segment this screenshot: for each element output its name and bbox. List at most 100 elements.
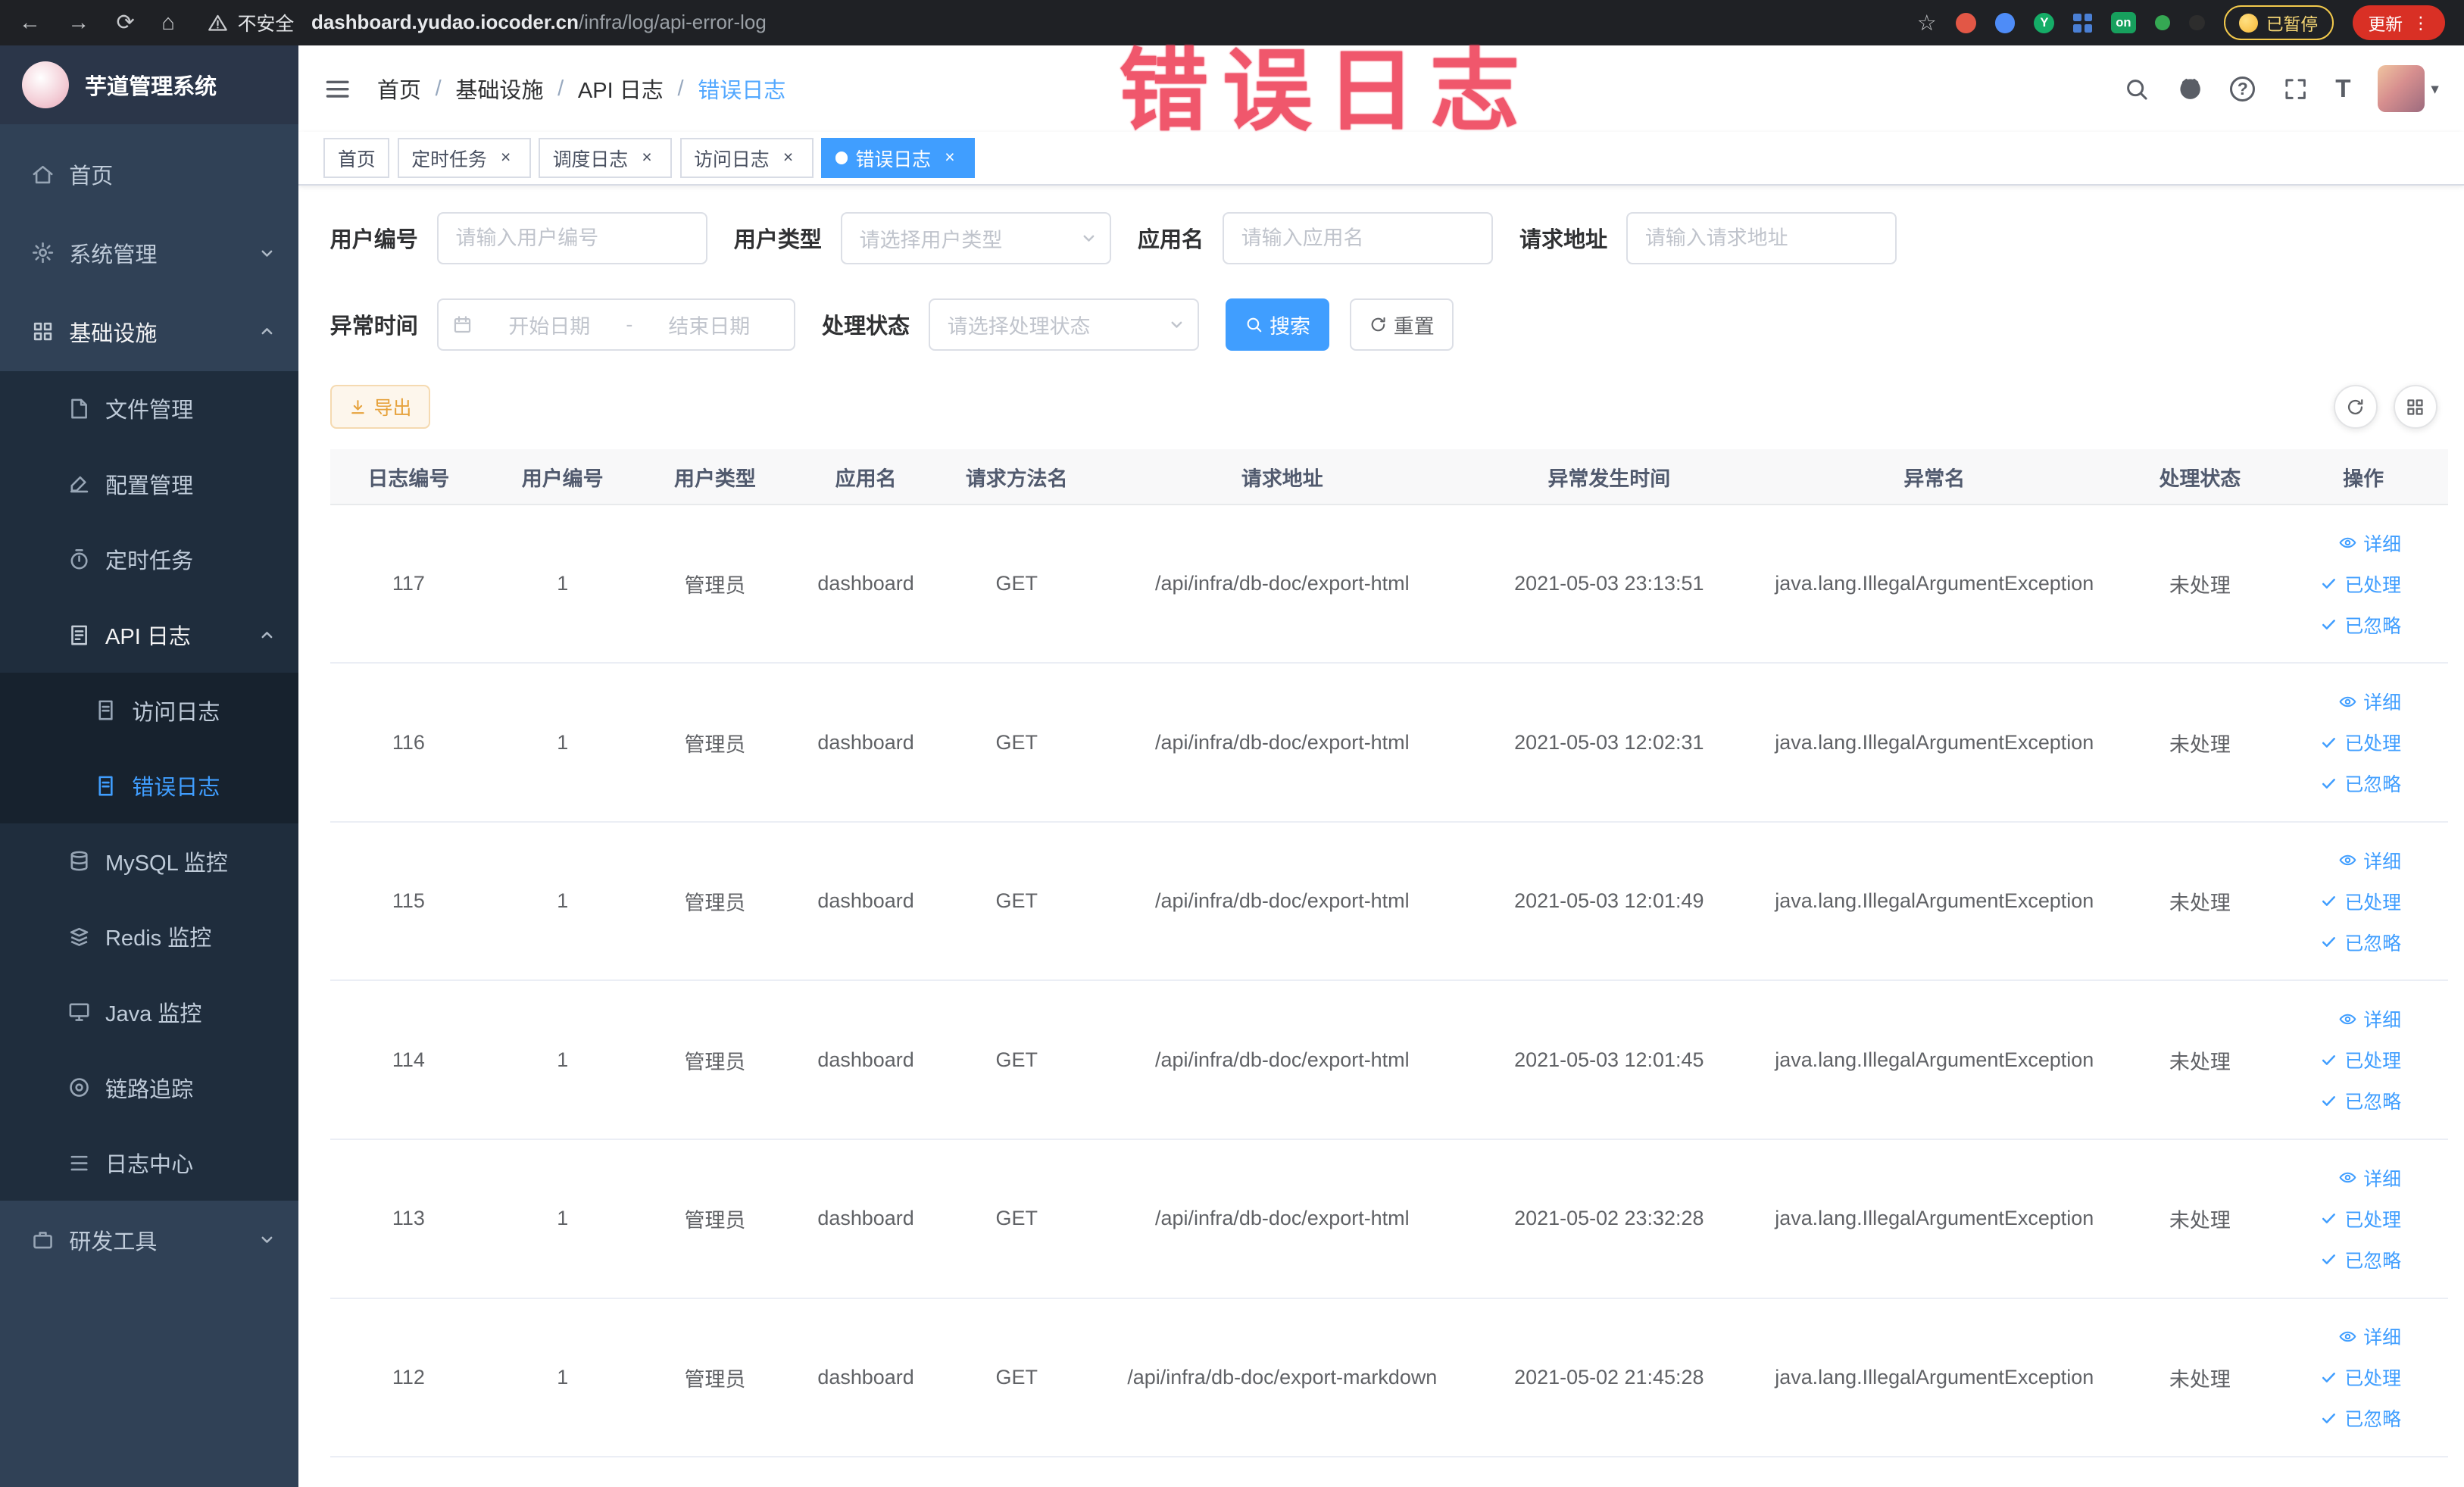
column-settings-button[interactable]: [2393, 385, 2437, 430]
cell-actions: 详细 已处理 已忽略: [2278, 980, 2449, 1141]
tab-access-log[interactable]: 访问日志 ×: [679, 137, 814, 179]
request-url-input[interactable]: [1626, 212, 1897, 264]
site-security-button[interactable]: 不安全: [208, 9, 294, 36]
extension-icon-on[interactable]: on: [2110, 11, 2136, 34]
mark-processed-link[interactable]: 已处理: [2288, 1198, 2401, 1239]
hamburger-icon[interactable]: [323, 75, 351, 103]
mark-ignored-link[interactable]: 已忽略: [2288, 1398, 2401, 1439]
mark-processed-link[interactable]: 已处理: [2288, 1039, 2401, 1080]
mark-processed-link[interactable]: 已处理: [2288, 1357, 2401, 1398]
detail-link[interactable]: 详细: [2288, 681, 2401, 722]
user-id-input[interactable]: [436, 212, 707, 264]
sidebar-item-infrastructure[interactable]: 基础设施: [0, 292, 298, 371]
close-icon[interactable]: ×: [938, 147, 960, 169]
detail-link[interactable]: 详细: [2288, 840, 2401, 881]
user-avatar-menu[interactable]: ▾: [2377, 65, 2439, 113]
sidebar-item-dev-tools[interactable]: 研发工具: [0, 1201, 298, 1279]
sidebar-item-home[interactable]: 首页: [0, 135, 298, 214]
chevron-up-icon: [258, 322, 276, 341]
chevron-up-icon: [258, 626, 276, 645]
reset-button[interactable]: 重置: [1349, 298, 1454, 351]
tab-home[interactable]: 首页: [323, 137, 390, 179]
app-name-input[interactable]: [1222, 212, 1493, 264]
mark-ignored-link[interactable]: 已忽略: [2288, 1080, 2401, 1121]
breadcrumb-item-api-log[interactable]: API 日志: [578, 73, 664, 105]
mark-processed-link[interactable]: 已处理: [2288, 881, 2401, 922]
cell-request-url: /api/infra/db-doc/export-markdown: [1093, 1298, 1471, 1458]
tab-schedule-log[interactable]: 调度日志 ×: [539, 137, 673, 179]
search-button[interactable]: 搜索: [1226, 298, 1329, 351]
start-date-placeholder: 开始日期: [508, 314, 591, 338]
app-logo[interactable]: 芋道管理系统: [0, 45, 299, 124]
database-icon: [67, 849, 91, 873]
browser-home-icon[interactable]: ⌂: [161, 11, 175, 34]
search-icon[interactable]: [2123, 76, 2150, 102]
help-icon[interactable]: ?: [2230, 76, 2256, 102]
export-button[interactable]: 导出: [329, 385, 431, 430]
github-icon[interactable]: [2177, 76, 2203, 102]
extension-icon-green[interactable]: [2154, 14, 2171, 31]
address-bar[interactable]: dashboard.yudao.iocoder.cn/infra/log/api…: [311, 12, 767, 34]
close-icon[interactable]: ×: [636, 147, 658, 169]
mark-ignored-link[interactable]: 已忽略: [2288, 1239, 2401, 1280]
grid-icon: [2405, 397, 2425, 417]
sidebar-item-mysql-monitor[interactable]: MySQL 监控: [0, 823, 299, 899]
extension-icon-red[interactable]: [1955, 12, 1976, 33]
close-icon[interactable]: ×: [777, 147, 799, 169]
browser-forward-icon[interactable]: →: [67, 11, 89, 34]
eye-icon: [2338, 692, 2357, 711]
page-content: 用户编号 用户类型 请选择用户类型 应用名 请求地址 异常时: [298, 186, 2464, 1458]
detail-link[interactable]: 详细: [2288, 1157, 2401, 1198]
mark-processed-link[interactable]: 已处理: [2288, 564, 2401, 604]
sidebar-item-java-monitor[interactable]: Java 监控: [0, 974, 299, 1050]
mark-ignored-link[interactable]: 已忽略: [2288, 922, 2401, 963]
date-range-picker[interactable]: 开始日期 - 结束日期: [436, 298, 795, 351]
error-log-table: 日志编号 用户编号 用户类型 应用名 请求方法名 请求地址 异常发生时间 异常名…: [329, 449, 2449, 1458]
filter-row-1: 用户编号 用户类型 请选择用户类型 应用名 请求地址: [330, 212, 2449, 264]
chevron-down-icon: [1167, 315, 1186, 334]
browser-reload-icon[interactable]: ⟳: [116, 11, 134, 34]
mark-processed-link[interactable]: 已处理: [2288, 722, 2401, 763]
cell-user-type: 管理员: [638, 1139, 792, 1299]
extension-icon-dark[interactable]: [2189, 14, 2205, 31]
mark-ignored-link[interactable]: 已忽略: [2288, 763, 2401, 804]
process-status-select[interactable]: 请选择处理状态: [928, 298, 1199, 351]
close-icon[interactable]: ×: [495, 147, 517, 169]
detail-link[interactable]: 详细: [2288, 523, 2401, 564]
sidebar-item-config-management[interactable]: 配置管理: [0, 446, 299, 522]
extension-icon-squares[interactable]: [2073, 13, 2093, 33]
chrome-menu-icon: ⋮: [2412, 12, 2430, 33]
extension-icon-blue[interactable]: [1994, 12, 2016, 33]
sidebar-item-scheduled-tasks[interactable]: 定时任务: [0, 521, 299, 598]
cell-actions: 详细 已处理 已忽略: [2278, 504, 2449, 664]
check-icon: [2319, 892, 2338, 911]
sidebar-item-system-management[interactable]: 系统管理: [0, 214, 298, 292]
sidebar-item-api-log[interactable]: API 日志: [0, 597, 299, 673]
browser-back-icon[interactable]: ←: [19, 11, 41, 34]
sidebar-item-error-log[interactable]: 错误日志: [0, 748, 299, 824]
bookmark-star-icon[interactable]: ☆: [1917, 10, 1937, 36]
sidebar-item-tracing[interactable]: 链路追踪: [0, 1049, 299, 1126]
mark-ignored-link[interactable]: 已忽略: [2288, 604, 2401, 645]
eye-icon: [2338, 1327, 2357, 1346]
refresh-button[interactable]: [2333, 385, 2378, 430]
breadcrumb-item-infrastructure[interactable]: 基础设施: [455, 73, 543, 105]
fullscreen-icon[interactable]: [2282, 76, 2309, 102]
sidebar-item-log-center[interactable]: 日志中心: [0, 1125, 299, 1201]
font-size-icon[interactable]: T: [2335, 77, 2350, 102]
cell-log-id: 113: [329, 1139, 488, 1299]
detail-link[interactable]: 详细: [2288, 1316, 2401, 1357]
header-status: 处理状态: [2121, 449, 2279, 505]
extension-icon-y[interactable]: Y: [2034, 12, 2055, 33]
tab-error-log[interactable]: 错误日志 ×: [820, 137, 975, 179]
sidebar-item-access-log[interactable]: 访问日志: [0, 672, 299, 748]
chrome-update-button[interactable]: 更新 ⋮: [2352, 5, 2446, 40]
tab-scheduled-tasks[interactable]: 定时任务 ×: [397, 137, 531, 179]
breadcrumb-item-home[interactable]: 首页: [377, 73, 421, 105]
detail-link[interactable]: 详细: [2288, 998, 2401, 1039]
sidebar-item-file-management[interactable]: 文件管理: [0, 370, 299, 447]
profile-paused-badge[interactable]: 已暂停: [2223, 5, 2334, 40]
user-type-select[interactable]: 请选择用户类型: [840, 212, 1111, 264]
cell-log-id: 117: [329, 504, 488, 664]
sidebar-item-redis-monitor[interactable]: Redis 监控: [0, 898, 299, 975]
